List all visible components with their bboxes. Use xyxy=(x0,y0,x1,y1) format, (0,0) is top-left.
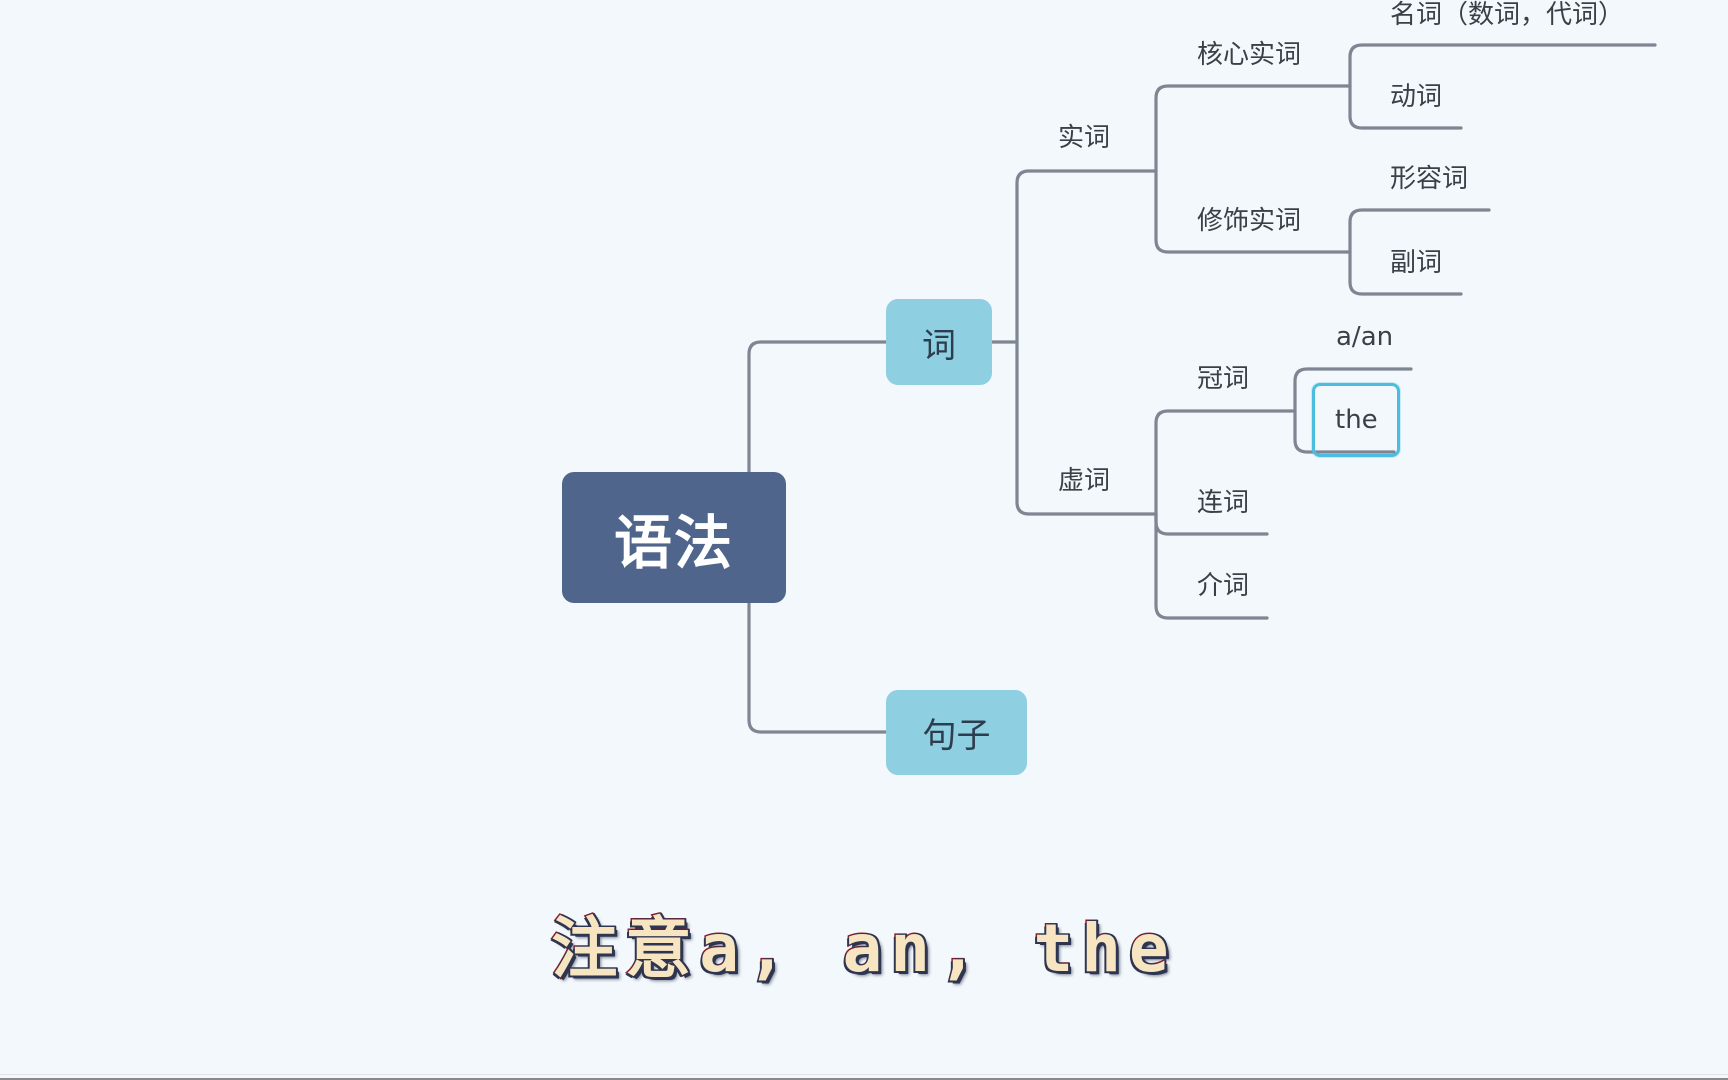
connector-hexin-mingci xyxy=(1348,43,1657,88)
node-dongci[interactable]: 动词 xyxy=(1390,82,1442,112)
node-the-selected[interactable]: the xyxy=(1335,405,1378,435)
node-xuci[interactable]: 虚词 xyxy=(1058,466,1110,496)
node-xiushi-shici[interactable]: 修饰实词 xyxy=(1197,206,1301,236)
topic-node-label: 词 xyxy=(922,325,956,366)
node-shici[interactable]: 实词 xyxy=(1058,123,1110,153)
node-xingrongci[interactable]: 形容词 xyxy=(1390,164,1468,194)
connector-shici-hexin xyxy=(1154,84,1352,173)
node-hexin-shici[interactable]: 核心实词 xyxy=(1197,40,1301,70)
root-node-label: 语法 xyxy=(613,508,734,577)
topic-node-label: 句子 xyxy=(922,716,991,756)
topic-node-juzi[interactable]: 句子 xyxy=(886,690,1027,775)
connector-ci-shici xyxy=(1015,169,1158,344)
node-lianci[interactable]: 连词 xyxy=(1197,488,1249,518)
node-fuci[interactable]: 副词 xyxy=(1390,248,1442,278)
node-mingci[interactable]: 名词（数词，代词） xyxy=(1390,0,1624,30)
node-guanci[interactable]: 冠词 xyxy=(1197,364,1249,394)
connector-xuci-jieci xyxy=(1154,512,1269,620)
connector-root-ci xyxy=(747,340,888,474)
connector-root-juzi xyxy=(747,601,888,734)
connector-xiushi-xingrongci xyxy=(1348,208,1491,254)
bottom-divider xyxy=(0,1074,1728,1075)
topic-node-ci[interactable]: 词 xyxy=(886,299,992,385)
node-a-an[interactable]: a/an xyxy=(1336,322,1393,352)
video-subtitle: 注意a, an, the xyxy=(550,909,1177,989)
root-node-grammar[interactable]: 语法 xyxy=(562,472,786,603)
node-jieci[interactable]: 介词 xyxy=(1197,571,1249,601)
